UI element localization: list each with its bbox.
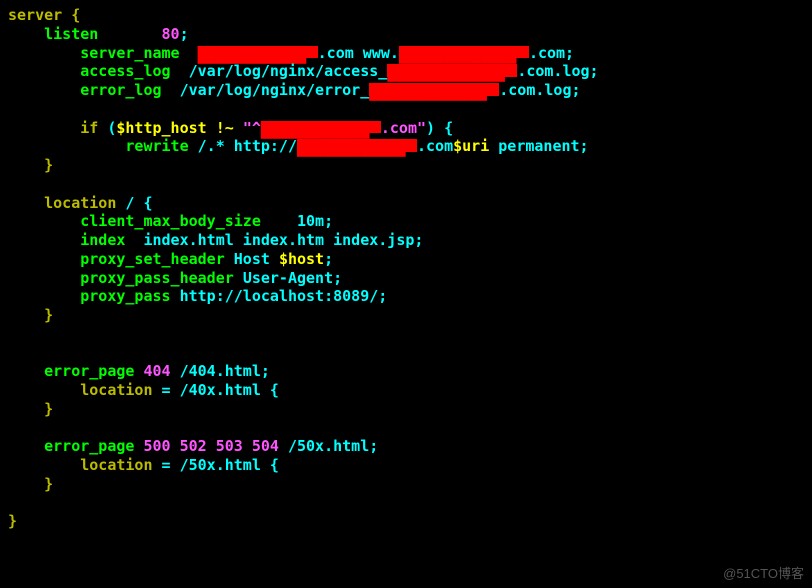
error-log-keyword: error_log [80, 81, 161, 99]
log-suffix: .com.log; [517, 62, 598, 80]
proxy-pass-keyword: proxy_pass [80, 287, 170, 305]
log-suffix: .com.log; [499, 81, 580, 99]
location-arg: / { [125, 194, 152, 212]
regex-open: "^ [243, 119, 261, 137]
location-directive: location [80, 381, 152, 399]
regex-op: !~ [216, 119, 234, 137]
proxy-pass-url: http://localhost:8089/; [180, 287, 388, 305]
location-directive: location [80, 456, 152, 474]
error-page-keyword: error_page [44, 437, 134, 455]
host-var: $host [279, 250, 324, 268]
error-codes-5xx: 500 502 503 504 [143, 437, 278, 455]
regex-close: " [417, 119, 426, 137]
redacted-domain: █████████████ [399, 46, 529, 59]
index-files: index.html index.htm index.jsp; [143, 231, 423, 249]
client-max-body-size-value: 10m [297, 212, 324, 230]
location-directive: location [44, 194, 116, 212]
redacted-domain: ████████████ [261, 121, 381, 134]
access-log-keyword: access_log [80, 62, 170, 80]
redacted-domain: █████████████ [369, 83, 499, 96]
rewrite-mid: .com [417, 137, 453, 155]
proxy-set-header-keyword: proxy_set_header [80, 250, 225, 268]
listen-keyword: listen [44, 25, 98, 43]
block-close: } [44, 156, 53, 174]
index-keyword: index [80, 231, 125, 249]
domain-suffix: .com; [529, 44, 574, 62]
block-close: } [44, 475, 53, 493]
if-directive: if [80, 119, 98, 137]
error-50x-path: /50x.html; [288, 437, 378, 455]
block-close: } [44, 400, 53, 418]
paren-close: ) { [426, 119, 453, 137]
block-close: } [8, 512, 17, 530]
server-directive: server { [8, 6, 80, 24]
50x-path: /50x.html { [180, 456, 279, 474]
eq-op: = [162, 381, 171, 399]
proxy-header-name: Host [234, 250, 270, 268]
block-close: } [44, 306, 53, 324]
redacted-domain: ████████████ [297, 139, 417, 152]
domain-suffix: .com www. [318, 44, 399, 62]
error-page-keyword: error_page [44, 362, 134, 380]
redacted-domain: ████████████ [198, 46, 318, 59]
uri-var: $uri [453, 137, 489, 155]
error-log-path: /var/log/nginx/error_ [180, 81, 370, 99]
watermark-text: @51CTO博客 [723, 566, 804, 582]
eq-op: = [162, 456, 171, 474]
rewrite-keyword: rewrite [125, 137, 188, 155]
client-max-body-size-keyword: client_max_body_size [80, 212, 261, 230]
proxy-pass-header-value: User-Agent; [243, 269, 342, 287]
permanent-flag: permanent; [489, 137, 588, 155]
access-log-path: /var/log/nginx/access_ [189, 62, 388, 80]
nginx-config-code: server { listen 80; server_name ████████… [0, 0, 812, 537]
http-host-var: $http_host [116, 119, 206, 137]
rewrite-regex: /.* http:// [198, 137, 297, 155]
proxy-pass-header-keyword: proxy_pass_header [80, 269, 234, 287]
redacted-domain: █████████████ [387, 64, 517, 77]
port-number: 80 [162, 25, 180, 43]
server-name-keyword: server_name [80, 44, 179, 62]
40x-path: /40x.html { [180, 381, 279, 399]
error-404-path: /404.html; [180, 362, 270, 380]
error-code-404: 404 [143, 362, 170, 380]
regex-mid: .com [381, 119, 417, 137]
